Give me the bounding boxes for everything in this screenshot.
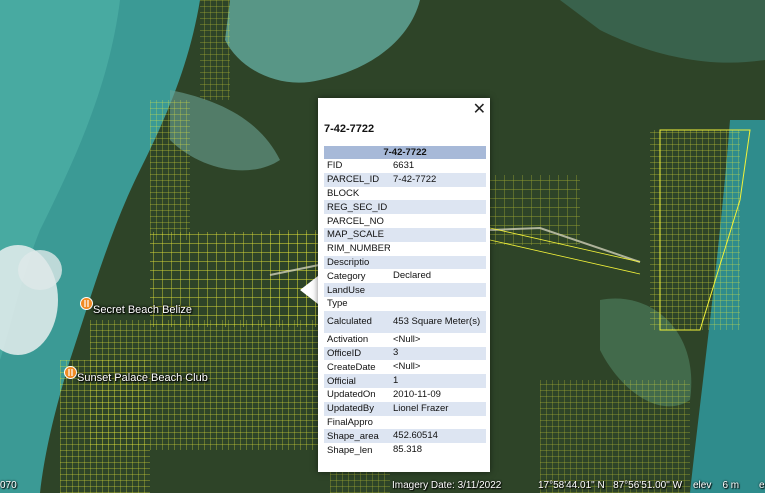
- table-row: PARCEL_ID 7-42-7722: [324, 172, 486, 187]
- attribute-value: [390, 200, 486, 215]
- attribute-key: RIM_NUMBER: [327, 243, 390, 255]
- table-row: Category Declared: [324, 269, 486, 283]
- attribute-value: 6631: [393, 159, 415, 171]
- attribute-key: CreateDate: [327, 361, 376, 373]
- attribute-key: Calculated: [324, 310, 390, 333]
- popup-title: 7-42-7722: [324, 123, 375, 135]
- imagery-date: Imagery Date: 3/11/2022: [392, 480, 502, 491]
- table-row: REG_SEC_ID: [324, 200, 486, 215]
- table-row: Activation <Null>: [324, 333, 486, 347]
- elevation: elev 6 m: [693, 480, 740, 491]
- attribute-value: 453 Square Meter(s): [390, 310, 486, 333]
- table-row: CreateDate <Null>: [324, 360, 486, 374]
- parcel-grid: [490, 175, 580, 245]
- status-bar: 070 Imagery Date: 3/11/2022 17°58'44.01"…: [0, 479, 765, 493]
- table-row: FinalAppro: [324, 416, 486, 430]
- attribute-value: [390, 214, 486, 228]
- attribute-key: MAP_SCALE: [324, 227, 390, 242]
- attribute-key: REG_SEC_ID: [324, 200, 390, 215]
- attribute-popup: ✕ 7-42-7722 7-42-7722 FID 6631 PARCEL_ID 7-…: [318, 98, 490, 472]
- attribute-key: Descriptio: [324, 255, 390, 270]
- attribute-key: BLOCK: [327, 187, 360, 199]
- attribute-value: [390, 255, 486, 270]
- attribute-key: LandUse: [324, 283, 390, 297]
- attribute-key: UpdatedOn: [327, 389, 376, 401]
- attribute-value: 2010-11-09: [393, 388, 441, 400]
- attribute-value: <Null>: [393, 361, 421, 373]
- table-row: Shape_len 85.318: [324, 443, 486, 457]
- table-row: Shape_area 452.60514: [324, 429, 486, 444]
- close-icon[interactable]: ✕: [473, 99, 486, 118]
- attribute-key: OfficeID: [324, 346, 390, 361]
- parcel-grid: [650, 130, 740, 330]
- attribute-value: [390, 187, 486, 201]
- table-row: Descriptio: [324, 255, 486, 270]
- attribute-key: Category: [327, 270, 366, 282]
- restaurant-pin-icon[interactable]: [80, 297, 93, 310]
- attribute-value: <Null>: [393, 333, 421, 345]
- attribute-key: PARCEL_NO: [327, 215, 384, 227]
- attribute-value: 3: [390, 346, 486, 361]
- attribute-table-header: 7-42-7722: [324, 146, 486, 159]
- table-row: Type: [324, 297, 486, 311]
- attribute-value: 1: [390, 374, 486, 388]
- attribute-key: FinalAppro: [327, 416, 373, 428]
- table-row: RIM_NUMBER: [324, 242, 486, 256]
- parcel-grid: [150, 100, 190, 240]
- cloud: [18, 250, 62, 290]
- place-label[interactable]: Sunset Palace Beach Club: [77, 372, 208, 384]
- attribute-key: FID: [327, 160, 343, 172]
- attribute-value: [390, 416, 486, 430]
- attribute-value: 85.318: [393, 444, 423, 456]
- attribute-value: 452.60514: [390, 429, 486, 444]
- attribute-value: [390, 283, 486, 297]
- table-row: LandUse: [324, 283, 486, 297]
- attribute-value: 7-42-7722: [390, 172, 486, 187]
- attribute-key: Official: [324, 374, 390, 388]
- attribute-value: [390, 297, 486, 311]
- place-label[interactable]: Secret Beach Belize: [93, 304, 192, 316]
- attribute-key: Shape_area: [324, 429, 390, 444]
- table-row: Official 1: [324, 374, 486, 388]
- attribute-key: UpdatedBy: [324, 401, 390, 416]
- parcel-grid: [540, 380, 690, 493]
- table-row: FID 6631: [324, 159, 486, 173]
- attribute-value: Lionel Frazer: [390, 401, 486, 416]
- parcel-grid: [200, 0, 230, 100]
- restaurant-pin-icon[interactable]: [64, 366, 77, 379]
- coordinates: 17°58'44.01" N 87°56'51.00" W: [538, 480, 683, 491]
- attribute-value: [390, 242, 486, 256]
- attribute-key: PARCEL_ID: [324, 172, 390, 187]
- table-row: UpdatedBy Lionel Frazer: [324, 401, 486, 416]
- attribute-key: Activation: [327, 334, 369, 346]
- table-row: OfficeID 3: [324, 346, 486, 361]
- attribute-value: [390, 227, 486, 242]
- table-row: Calculated 453 Square Meter(s): [324, 310, 486, 333]
- attribute-table: 7-42-7722 FID 6631 PARCEL_ID 7-42-7722 BLOCK…: [324, 146, 486, 457]
- table-row: MAP_SCALE: [324, 227, 486, 242]
- attribute-value: Declared: [393, 270, 432, 282]
- table-row: UpdatedOn 2010-11-09: [324, 388, 486, 402]
- status-right-fragment: e: [759, 480, 765, 491]
- status-left-fragment: 070: [0, 480, 17, 491]
- attribute-key: Type: [327, 298, 348, 310]
- popup-pointer: [300, 276, 318, 304]
- table-row: PARCEL_NO: [324, 214, 486, 228]
- table-row: BLOCK: [324, 187, 486, 201]
- attribute-key: Shape_len: [327, 444, 373, 456]
